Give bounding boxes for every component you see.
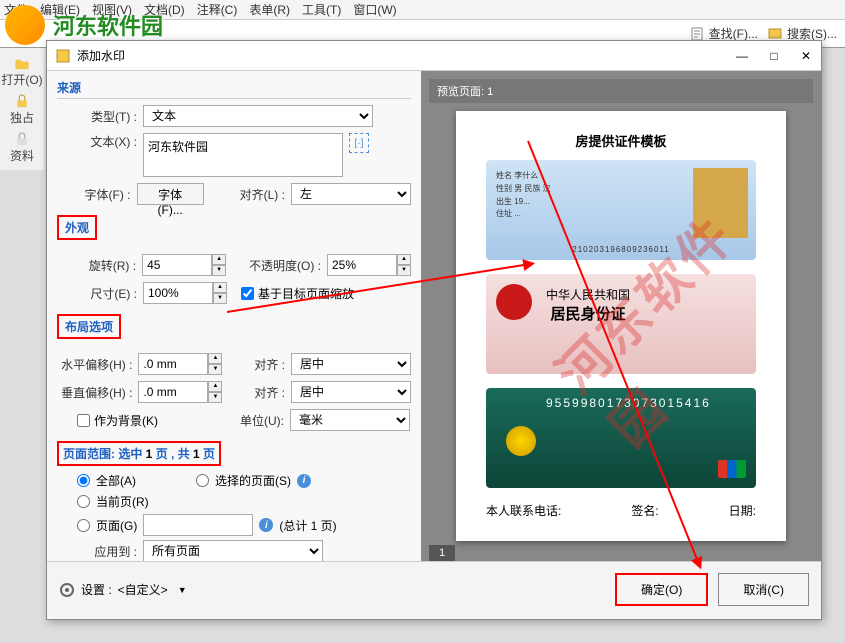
cancel-button[interactable]: 取消(C) [718,573,809,606]
pages-input[interactable] [143,514,253,536]
id-back-text: 中华人民共和国 居民身份证 [546,286,630,324]
menu-tools[interactable]: 工具(T) [302,1,341,18]
type-label: 类型(T) : [57,108,137,125]
scale-label: 尺寸(E) : [57,285,137,302]
dialog-footer: 设置 : <自定义> ▼ 确定(O) 取消(C) [47,561,821,617]
radio-current[interactable]: 当前页(R) [77,493,411,510]
preview-footer: 本人联系电话:签名:日期: [486,502,756,519]
unit-label: 单位(U): [224,412,284,429]
unionpay-icon [718,460,746,478]
text-label: 文本(X) : [57,133,137,150]
text-input[interactable]: 河东软件园 [143,133,343,177]
halign-select[interactable]: 居中 [291,353,411,375]
settings-panel: 来源 类型(T) : 文本 文本(X) : 河东软件园 [·] 字体(F) : … [47,71,421,561]
emblem-icon [496,284,532,320]
site-logo: 河东软件园 [0,0,200,50]
minimize-button[interactable]: — [735,49,749,63]
section-layout: 布局选项 [57,314,121,339]
rotate-spinner[interactable]: ▲▼ [142,254,226,276]
voffset-label: 垂直偏移(H) : [57,384,132,401]
settings-value[interactable]: <自定义> [118,581,168,598]
unit-select[interactable]: 毫米 [290,409,410,431]
id-number: 210203196809236011 [486,245,756,254]
hoffset-spinner[interactable]: ▲▼ [138,353,222,375]
menu-window[interactable]: 窗口(W) [353,1,396,18]
total-pages: (总计 1 页) [279,517,336,534]
bg-checkbox[interactable] [77,414,90,427]
hoffset-label: 水平偏移(H) : [57,356,132,373]
opacity-spinner[interactable]: ▲▼ [327,254,411,276]
page-indicator: 1 [429,545,455,561]
bg-checkbox-label[interactable]: 作为背景(K) [77,412,158,429]
folder-icon [14,56,30,71]
align-select[interactable]: 左 [291,183,411,205]
bank-chip-icon [506,426,536,456]
id-card-back: 中华人民共和国 居民身份证 [486,274,756,374]
preview-doc-title: 房提供证件模板 [486,131,756,150]
font-button[interactable]: 字体(F)... [137,183,204,205]
section-appearance: 外观 [57,215,97,240]
preview-page: 房提供证件模板 姓名 李什么 性别 男 民族 汉 出生 19... 住址 ...… [456,111,786,541]
lock-icon [14,94,30,109]
gear-icon[interactable] [59,582,75,598]
rotate-label: 旋转(R) : [57,257,136,274]
align-label: 对齐(L) : [230,186,285,203]
close-button[interactable]: ✕ [799,49,813,63]
radio-pages[interactable]: 页面(G) i (总计 1 页) [77,514,411,536]
id-portrait [693,168,748,238]
lock-closed-icon [14,132,30,147]
id-card-front: 姓名 李什么 性别 男 民族 汉 出生 19... 住址 ... 2102031… [486,160,756,260]
apply-select[interactable]: 所有页面 [143,540,323,561]
valign-label: 对齐 : [228,384,285,401]
preview-panel: 预览页面: 1 房提供证件模板 姓名 李什么 性别 男 民族 汉 出生 19..… [421,71,821,561]
settings-label: 设置 : [81,581,112,598]
preview-header: 预览页面: 1 [429,79,813,103]
info-icon[interactable]: i [297,474,311,488]
ok-button[interactable]: 确定(O) [615,573,708,606]
bank-card: 9559980173073015416 [486,388,756,488]
tb-exclusive[interactable]: 独占 [0,94,44,126]
radio-all[interactable]: 全部(A) [77,472,136,489]
tb-open[interactable]: 打开(O) [0,56,44,88]
opacity-label: 不透明度(O) : [232,257,321,274]
page-range-title: 页面范围: 选中 1 页 , 共 1 页 [57,441,221,466]
maximize-button[interactable]: □ [767,49,781,63]
dropdown-icon[interactable]: ▼ [178,585,187,595]
menu-form[interactable]: 表单(R) [249,1,290,18]
valign-select[interactable]: 居中 [291,381,411,403]
insert-macro-button[interactable]: [·] [349,133,369,153]
id-fields: 姓名 李什么 性别 男 民族 汉 出生 19... 住址 ... [496,170,551,221]
bank-number: 9559980173073015416 [546,396,711,410]
logo-icon [5,5,45,45]
halign-label: 对齐 : [228,356,285,373]
scale-checkbox-label[interactable]: 基于目标页面缩放 [241,285,354,302]
scale-spinner[interactable]: ▲▼ [143,282,227,304]
voffset-spinner[interactable]: ▲▼ [138,381,222,403]
scale-checkbox[interactable] [241,287,254,300]
info-icon-2[interactable]: i [259,518,273,532]
logo-text: 河东软件园 [53,9,163,41]
radio-selected[interactable]: 选择的页面(S)i [196,472,311,489]
section-source: 来源 [57,79,411,99]
tb-data[interactable]: 资料 [0,132,44,164]
left-toolbar: 打开(O) 独占 资料 [0,48,44,170]
font-label: 字体(F) : [57,186,131,203]
menu-comment[interactable]: 注释(C) [197,1,238,18]
watermark-dialog: 添加水印 — □ ✕ 来源 类型(T) : 文本 文本(X) : 河东软件园 [… [46,40,822,620]
type-select[interactable]: 文本 [143,105,373,127]
apply-label: 应用到 : [57,543,137,560]
